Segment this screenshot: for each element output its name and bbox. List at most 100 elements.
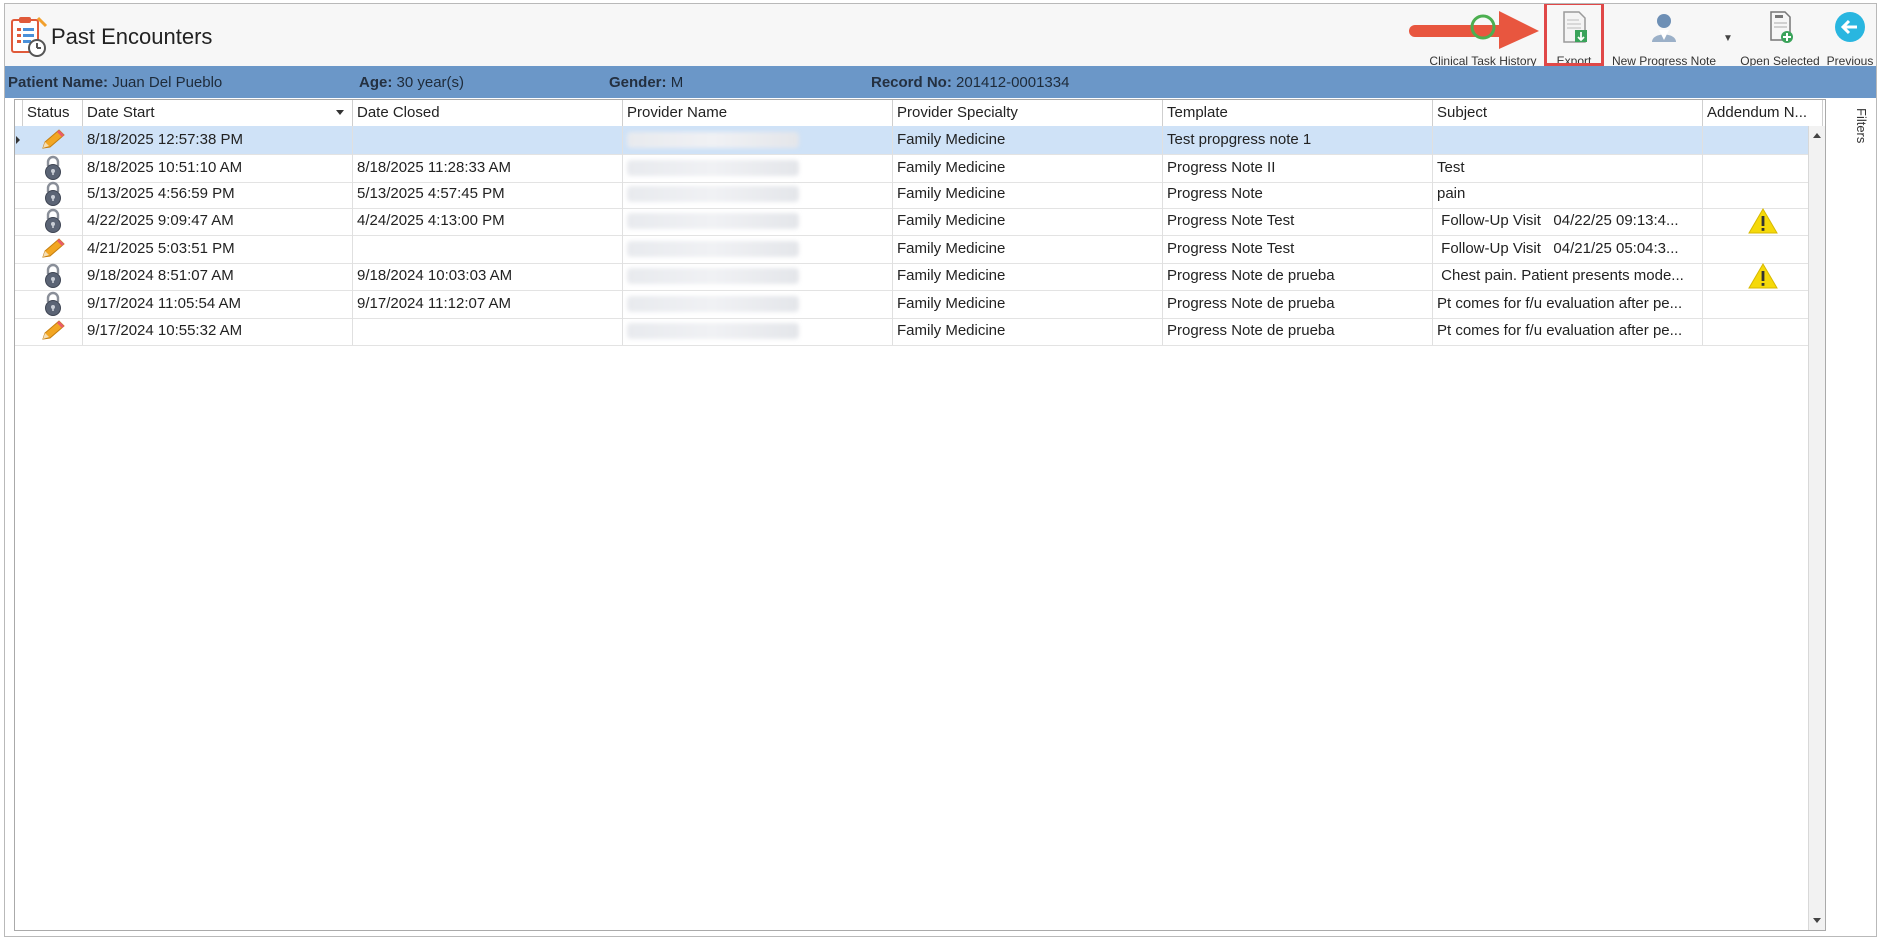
patient-record-label: Record No: — [871, 74, 952, 91]
scroll-up-icon[interactable] — [1813, 133, 1821, 138]
patient-name: Patient Name: Juan Del Pueblo — [8, 74, 222, 91]
cell-date-start: 9/17/2024 10:55:32 AM — [83, 317, 353, 345]
cell-template: Progress Note Test — [1163, 235, 1433, 263]
edit-pencil-icon — [23, 317, 83, 345]
cell-subject: Chest pain. Patient presents mode... — [1433, 262, 1703, 290]
cell-template: Progress Note II — [1163, 154, 1433, 182]
redacted-blur — [627, 268, 799, 284]
cell-subject: Pt comes for f/u evaluation after pe... — [1433, 290, 1703, 318]
open-selected-button[interactable]: Open Selected — [1735, 8, 1825, 68]
patient-age-value: 30 year(s) — [396, 74, 465, 91]
edit-pencil-icon — [23, 235, 83, 263]
column-header-date-closed[interactable]: Date Closed — [353, 100, 623, 126]
row-indicator — [15, 262, 21, 290]
cell-specialty: Family Medicine — [893, 317, 1163, 345]
row-indicator — [15, 207, 21, 235]
column-header-date-start[interactable]: Date Start — [83, 100, 353, 126]
scroll-down-icon[interactable] — [1813, 918, 1821, 923]
back-arrow-icon — [1835, 12, 1865, 42]
redacted-blur — [627, 241, 799, 257]
cell-specialty: Family Medicine — [893, 126, 1163, 154]
cell-subject: Follow-Up Visit 04/21/25 05:04:3... — [1433, 235, 1703, 263]
column-header-provider-specialty[interactable]: Provider Specialty — [893, 100, 1163, 126]
row-indicator — [15, 235, 21, 263]
cell-date-closed — [353, 235, 623, 263]
cell-template: Progress Note de prueba — [1163, 262, 1433, 290]
cell-date-start: 9/18/2024 8:51:07 AM — [83, 262, 353, 290]
cell-template: Test propgress note 1 — [1163, 126, 1433, 154]
provider-name-redacted — [623, 180, 893, 208]
provider-name-redacted — [623, 290, 893, 318]
addendum-cell — [1703, 235, 1823, 263]
addendum-cell — [1703, 126, 1823, 154]
row-indicator — [15, 317, 21, 345]
edit-pencil-icon — [23, 126, 83, 154]
table-row[interactable]: 9/17/2024 10:55:32 AM Family Medicine Prog… — [15, 317, 1823, 346]
addendum-cell — [1703, 290, 1823, 318]
export-highlight-box — [1544, 4, 1604, 66]
table-row[interactable]: 8/18/2025 12:57:38 PM Family Medicine Test… — [15, 126, 1823, 155]
patient-gender: Gender: M — [609, 74, 683, 91]
cell-template: Progress Note de prueba — [1163, 290, 1433, 318]
cell-date-start: 4/21/2025 5:03:51 PM — [83, 235, 353, 263]
row-indicator — [15, 126, 21, 154]
provider-name-redacted — [623, 154, 893, 182]
cell-date-start: 9/17/2024 11:05:54 AM — [83, 290, 353, 318]
cell-date-closed — [353, 126, 623, 154]
patient-gender-label: Gender: — [609, 74, 667, 91]
cell-specialty: Family Medicine — [893, 154, 1163, 182]
table-row[interactable]: 9/18/2024 8:51:07 AM 9/18/2024 10:03:03 A… — [15, 262, 1823, 291]
cell-subject: Follow-Up Visit 04/22/25 09:13:4... — [1433, 207, 1703, 235]
previous-button[interactable]: Previous — [1825, 8, 1875, 68]
locked-icon — [23, 180, 83, 208]
table-row[interactable]: 9/17/2024 11:05:54 AM 9/17/2024 11:12:07 … — [15, 290, 1823, 319]
clinical-task-history-button[interactable]: Clinical Task History — [1419, 8, 1547, 68]
history-icon — [1470, 14, 1496, 40]
open-document-icon — [1770, 11, 1793, 43]
table-row[interactable]: 4/21/2025 5:03:51 PM Family Medicine Progr… — [15, 235, 1823, 264]
cell-specialty: Family Medicine — [893, 180, 1163, 208]
cell-specialty: Family Medicine — [893, 290, 1163, 318]
new-progress-note-button[interactable]: New Progress Note — [1605, 8, 1723, 68]
locked-icon — [23, 154, 83, 182]
locked-icon — [23, 207, 83, 235]
cell-specialty: Family Medicine — [893, 262, 1163, 290]
table-row[interactable]: 4/22/2025 9:09:47 AM 4/24/2025 4:13:00 PM… — [15, 207, 1823, 236]
addendum-cell — [1703, 180, 1823, 208]
patient-age-label: Age: — [359, 74, 393, 91]
redacted-blur — [627, 186, 799, 202]
new-progress-note-dropdown-icon[interactable]: ▼ — [1723, 33, 1733, 44]
grid-header: Status Date Start Date Closed Provider N… — [15, 100, 1823, 127]
redacted-blur — [627, 160, 799, 176]
warning-icon — [1703, 207, 1823, 235]
column-header-status[interactable]: Status — [23, 100, 83, 126]
warning-icon — [1703, 262, 1823, 290]
cell-specialty: Family Medicine — [893, 207, 1163, 235]
table-row[interactable]: 5/13/2025 4:56:59 PM 5/13/2025 4:57:45 PM… — [15, 180, 1823, 209]
vertical-scrollbar[interactable] — [1808, 126, 1825, 930]
table-row[interactable]: 8/18/2025 10:51:10 AM 8/18/2025 11:28:33 … — [15, 154, 1823, 183]
cell-date-start: 4/22/2025 9:09:47 AM — [83, 207, 353, 235]
patient-record-value: 201412-0001334 — [956, 74, 1070, 91]
filters-side-tab[interactable]: Filters — [1849, 108, 1873, 168]
patient-name-value: Juan Del Pueblo — [112, 74, 223, 91]
provider-name-redacted — [623, 207, 893, 235]
clipboard-clock-icon — [11, 16, 48, 57]
redacted-blur — [627, 296, 799, 312]
redacted-blur — [627, 132, 799, 148]
cell-template: Progress Note de prueba — [1163, 317, 1433, 345]
cell-date-closed: 9/18/2024 10:03:03 AM — [353, 262, 623, 290]
column-header-template[interactable]: Template — [1163, 100, 1433, 126]
column-header-subject[interactable]: Subject — [1433, 100, 1703, 126]
cell-template: Progress Note — [1163, 180, 1433, 208]
column-header-addendum[interactable]: Addendum N... — [1703, 100, 1823, 126]
cell-date-closed: 4/24/2025 4:13:00 PM — [353, 207, 623, 235]
patient-record: Record No: 201412-0001334 — [871, 74, 1069, 91]
cell-template: Progress Note Test — [1163, 207, 1433, 235]
provider-name-redacted — [623, 317, 893, 345]
header-bar: Past Encounters Clinical Task History Ex… — [5, 4, 1876, 68]
cell-date-start: 5/13/2025 4:56:59 PM — [83, 180, 353, 208]
sort-descending-icon — [336, 110, 344, 115]
row-indicator — [15, 180, 21, 208]
column-header-provider-name[interactable]: Provider Name — [623, 100, 893, 126]
